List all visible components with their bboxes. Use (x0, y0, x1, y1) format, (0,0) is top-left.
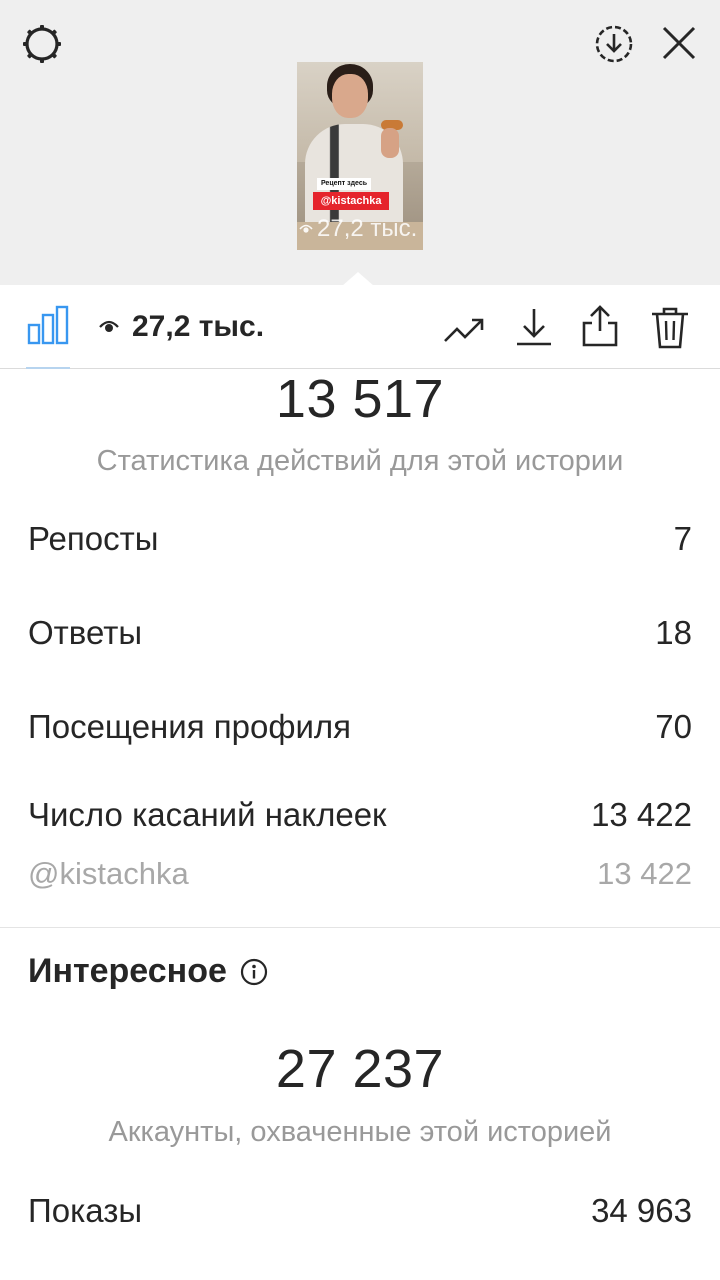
close-icon[interactable] (658, 22, 700, 64)
thumb-person-face (332, 74, 368, 118)
stat-row-shares: Репосты 7 (28, 520, 692, 558)
thumb-hand (381, 128, 399, 158)
bar-chart-icon[interactable] (26, 303, 70, 347)
download-icon[interactable] (512, 305, 556, 349)
stat-row-sticker-taps: Число касаний наклеек 13 422 (28, 796, 692, 834)
eye-icon (299, 224, 313, 233)
stat-row-replies: Ответы 18 (28, 614, 692, 652)
stat-label: Показы (28, 1192, 143, 1229)
story-header: Рецепт здесь @kistachka 27,2 тыс. (0, 0, 720, 286)
stat-value: 13 422 (591, 796, 692, 833)
share-icon[interactable] (578, 303, 622, 349)
section-title: Интересное (28, 952, 227, 990)
stat-value: 7 (673, 520, 692, 557)
stat-label: Ответы (28, 614, 143, 651)
trash-icon[interactable] (648, 305, 692, 351)
interactions-caption: Статистика действий для этой истории (96, 445, 624, 477)
stat-value: 34 963 (591, 1192, 692, 1229)
reach-caption: Аккаунты, охваченные этой историей (108, 1116, 612, 1148)
stat-label: Репосты (28, 520, 159, 557)
insights-toolbar: 27,2 тыс. (0, 285, 720, 369)
stat-row-sticker-mention[interactable]: @kistachka 13 422 (28, 856, 692, 892)
stat-value: 18 (655, 614, 692, 651)
stat-value: 13 422 (597, 856, 692, 891)
stat-label: Число касаний наклеек (28, 796, 387, 833)
stat-value: 70 (655, 708, 692, 745)
thumb-pointer (342, 272, 374, 286)
stat-row-profile-visits: Посещения профиля 70 (28, 708, 692, 746)
thumb-views-label: 27,2 тыс. (317, 215, 418, 242)
story-thumbnail[interactable]: Рецепт здесь @kistachka 27,2 тыс. (297, 62, 423, 250)
mention-sticker: @kistachka (313, 192, 389, 210)
save-circle-icon[interactable] (592, 22, 636, 66)
eye-icon (98, 315, 120, 337)
stat-label: @kistachka (28, 856, 189, 891)
promote-trend-icon[interactable] (442, 307, 486, 351)
stat-label: Посещения профиля (28, 708, 352, 745)
interactions-total: 13 517 (275, 369, 445, 429)
stat-row-impressions: Показы 34 963 (28, 1192, 692, 1230)
views-count: 27,2 тыс. (132, 310, 265, 343)
thumb-views: 27,2 тыс. (299, 215, 423, 243)
thumb-caption: Рецепт здесь (317, 178, 371, 190)
settings-icon[interactable] (20, 22, 64, 66)
reach-total: 27 237 (275, 1039, 445, 1099)
info-icon[interactable] (239, 957, 269, 987)
discovery-header: Интересное (28, 952, 269, 991)
section-divider (0, 927, 720, 928)
